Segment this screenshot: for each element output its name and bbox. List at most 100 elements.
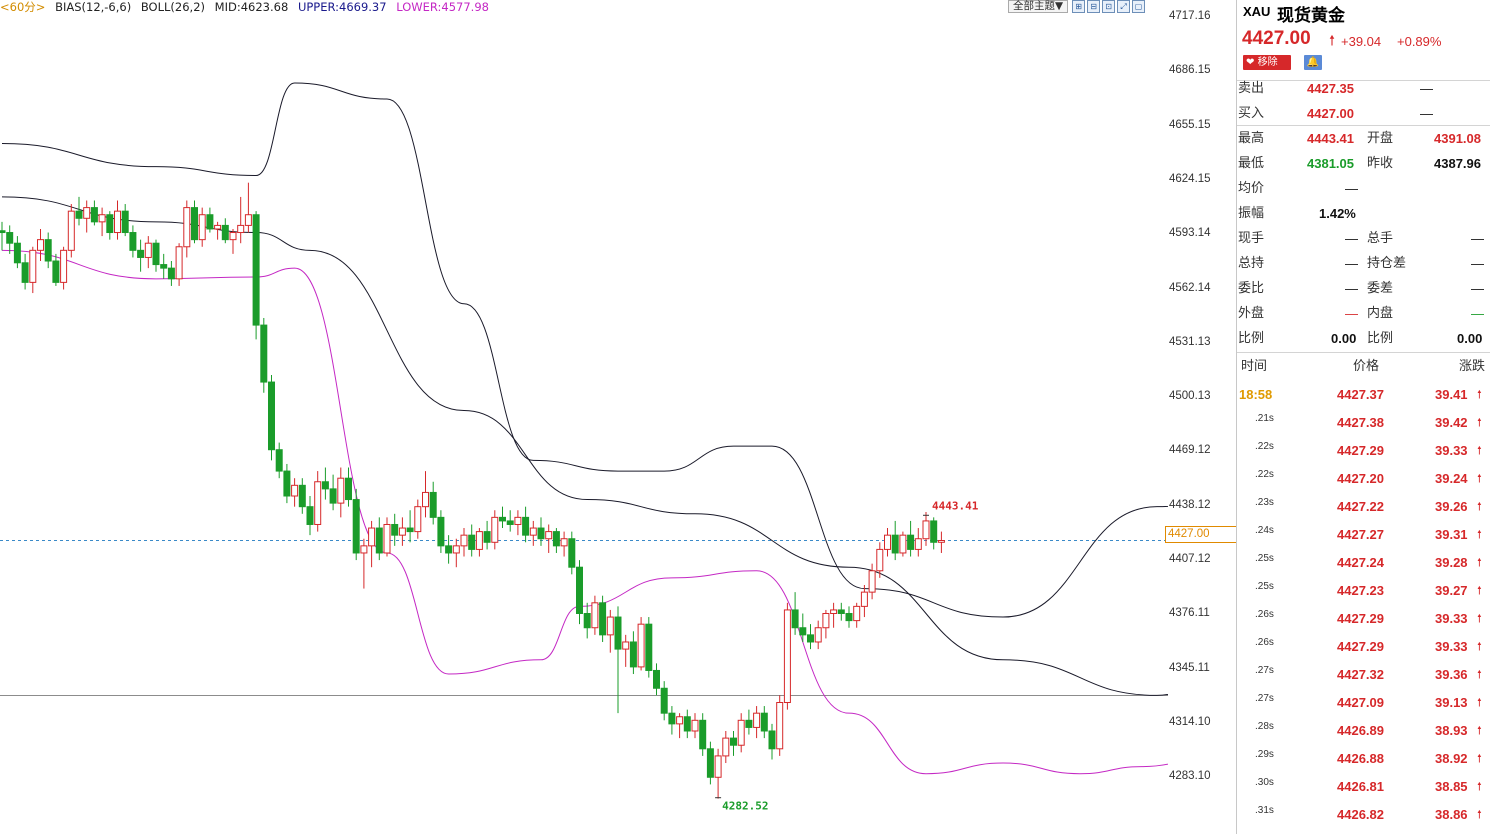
tick-row: 18:58 4427.37 39.41 🠕: [1237, 381, 1490, 409]
bollinger-bands: [1, 82, 1168, 775]
candle: [706, 741, 714, 785]
quote-row-buy: 买入 4427.00 —: [1237, 101, 1490, 126]
candle-body: [329, 488, 337, 504]
tick-row: .21s 4427.38 39.42 🠕: [1237, 409, 1490, 437]
tick-price: 4427.22: [1337, 499, 1384, 514]
price-axis-label: 4717.16: [1169, 10, 1211, 22]
candle: [868, 563, 876, 600]
candle-body: [37, 239, 44, 251]
candle: [937, 531, 945, 553]
candle-body: [637, 623, 645, 668]
tick-up-arrow-icon: 🠕: [1477, 724, 1482, 737]
tick-price: 4427.32: [1337, 667, 1384, 682]
quote-row-ratio: 比例 0.00 比例 0.00: [1237, 326, 1490, 351]
candle-body: [753, 712, 761, 728]
buy-price: 4427.00: [1307, 106, 1354, 121]
hold-diff-label: 持仓差: [1367, 256, 1407, 271]
candle: [283, 463, 291, 504]
tick-time: .26s: [1255, 609, 1274, 620]
candle: [160, 253, 168, 279]
total-hand-label: 总手: [1367, 231, 1394, 246]
total-hold-label: 总持: [1238, 256, 1265, 271]
candle: [314, 471, 322, 532]
candle: [468, 524, 476, 557]
candles-group: [0, 182, 945, 799]
candle: [907, 520, 915, 557]
candle-body: [576, 566, 583, 614]
tick-up-arrow-icon: 🠕: [1477, 500, 1482, 513]
candle: [768, 723, 776, 760]
candle-body: [845, 612, 853, 622]
candle: [760, 706, 768, 739]
candle-body: [868, 570, 876, 593]
candle-body: [730, 737, 737, 746]
quote-row-hands: 现手 — 总手 —: [1237, 226, 1490, 251]
total-hold-value: —: [1345, 256, 1358, 271]
candle: [860, 585, 868, 618]
quote-row-hold: 总持 — 持仓差 —: [1237, 251, 1490, 276]
tick-change: 39.31: [1435, 527, 1468, 542]
candle: [845, 606, 853, 628]
candle-body: [144, 242, 152, 258]
tick-time: .31s: [1255, 805, 1274, 816]
candle-body: [653, 669, 660, 689]
candle-body: [876, 548, 884, 572]
candle: [329, 474, 337, 511]
avg-value: —: [1345, 181, 1358, 196]
heart-icon: ❤: [1246, 57, 1255, 68]
candle-body: [137, 249, 145, 258]
candle-body: [275, 449, 283, 472]
price-axis-label: 4345.11: [1169, 661, 1210, 674]
tick-price: 4427.29: [1337, 639, 1384, 654]
candle: [814, 620, 822, 650]
candle-body: [121, 210, 129, 234]
alert-bell-button[interactable]: 🔔: [1304, 55, 1322, 70]
tick-up-arrow-icon: 🠕: [1477, 780, 1482, 793]
candle-body: [560, 538, 568, 547]
candle-body: [930, 520, 938, 543]
candle: [383, 517, 391, 557]
candle-body: [606, 616, 614, 636]
candle-body: [229, 232, 237, 241]
kline-chart-area[interactable]: <60分> BIAS(12,-6,6) BOLL(26,2) MID:4623.…: [0, 0, 1237, 834]
candle-body: [691, 719, 699, 732]
candle: [460, 528, 468, 557]
candle: [98, 207, 106, 237]
candle-body: [822, 612, 830, 629]
candle-body: [206, 214, 214, 230]
candle: [452, 538, 460, 568]
candle: [606, 609, 614, 653]
candle: [445, 535, 453, 564]
candle-body: [545, 531, 553, 540]
remove-watchlist-button[interactable]: ❤ 移除: [1243, 55, 1291, 70]
candle: [483, 520, 491, 550]
tick-up-arrow-icon: 🠕: [1477, 444, 1482, 457]
candle: [799, 613, 807, 642]
candle: [545, 524, 553, 553]
candle: [568, 531, 576, 575]
price-axis-label: 4438.12: [1169, 498, 1211, 511]
inner-disc-value: —: [1471, 306, 1484, 321]
candle: [722, 730, 730, 764]
candle-body: [283, 470, 291, 497]
candle: [352, 488, 360, 561]
candle: [6, 225, 14, 254]
tick-change: 39.42: [1435, 415, 1468, 430]
candle-body: [891, 534, 899, 554]
candle-body: [13, 242, 21, 264]
candle: [198, 207, 206, 247]
tick-row: .25s 4427.24 39.28 🠕: [1237, 549, 1490, 577]
tick-row: .24s 4427.27 39.31 🠕: [1237, 521, 1490, 549]
candle: [714, 748, 722, 799]
candle: [529, 520, 537, 546]
sell-price: 4427.35: [1307, 81, 1354, 96]
candlestick-chart[interactable]: 4443.41 4282.52: [0, 0, 1168, 834]
candle-body: [60, 249, 68, 283]
candle: [914, 528, 922, 557]
candle-body: [737, 719, 745, 746]
candle: [637, 617, 645, 671]
tick-row: .31s 4426.82 38.86 🠕: [1237, 801, 1490, 829]
candle-body: [853, 605, 861, 622]
candle: [837, 602, 845, 621]
candle-body: [0, 230, 6, 234]
